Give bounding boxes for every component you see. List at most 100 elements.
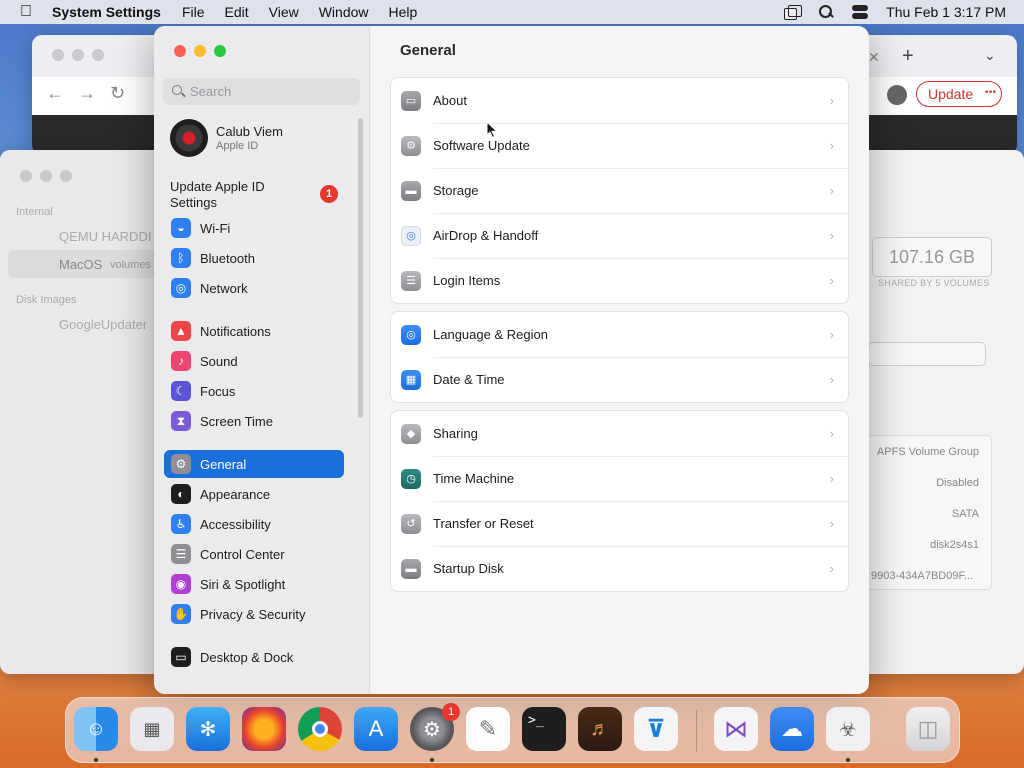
dock-safari-icon[interactable]: ✻: [186, 707, 230, 751]
sharing-icon: ◆: [401, 423, 421, 444]
window-close-button[interactable]: [174, 45, 186, 57]
sidebar-item-privacy-security[interactable]: ✋ Privacy & Security: [164, 600, 344, 628]
browser-minimize-button[interactable]: [72, 49, 84, 61]
tab-close-icon[interactable]: ✕: [868, 49, 880, 66]
spotlight-search-icon[interactable]: [818, 5, 834, 19]
sidebar-item-label: General: [200, 456, 247, 472]
dock-app-store-icon[interactable]: A: [354, 707, 398, 751]
window-zoom-button[interactable]: [214, 45, 226, 57]
tab-list-chevron-icon[interactable]: ⌄: [984, 47, 996, 64]
sidebar-item-general[interactable]: ⚙ General: [164, 450, 344, 478]
disk-item-google[interactable]: GoogleUpdater: [59, 317, 147, 332]
chevron-right-icon: ›: [829, 327, 834, 342]
row-sharing[interactable]: ◆ Sharing ›: [391, 411, 848, 456]
reload-icon[interactable]: ↻: [110, 83, 125, 104]
profile-name: Calub Viem: [216, 124, 283, 139]
dock-weather-icon[interactable]: ☁: [770, 707, 814, 751]
login-items-list-icon: ☰: [401, 270, 421, 291]
control-center-icon[interactable]: [852, 5, 869, 19]
sidebar-item-desktop-dock[interactable]: ▭ Desktop & Dock: [164, 643, 344, 671]
apple-menu-icon[interactable]: : [0, 3, 52, 21]
back-arrow-icon[interactable]: ←: [46, 83, 64, 104]
dock-launchpad-icon[interactable]: ▦: [130, 707, 174, 751]
more-menu-icon[interactable]: ⋮: [983, 85, 998, 97]
sound-speaker-icon: ♪: [171, 351, 191, 371]
disk-section-images: Disk Images: [16, 294, 77, 306]
settings-group-2: ◎ Language & Region › ▦ Date & Time ›: [390, 311, 849, 403]
sidebar-item-label: Focus: [200, 383, 236, 399]
appearance-icon: ◐: [171, 484, 191, 504]
system-settings-window: Calub Viem Apple ID Update Apple ID Sett…: [154, 26, 869, 694]
row-date-time[interactable]: ▦ Date & Time ›: [391, 357, 848, 402]
sidebar-item-sound[interactable]: ♪ Sound: [164, 347, 344, 375]
menu-help[interactable]: Help: [379, 4, 428, 20]
window-minimize-button[interactable]: [194, 45, 206, 57]
sidebar-item-screen-time[interactable]: ⧗ Screen Time: [164, 407, 344, 435]
row-software-update[interactable]: ⚙ Software Update ›: [391, 123, 848, 168]
menu-view[interactable]: View: [259, 4, 309, 20]
sidebar-item-accessibility[interactable]: ♿ Accessibility: [164, 510, 344, 538]
sidebar-item-wi-fi[interactable]: ◒ Wi-Fi: [164, 214, 344, 242]
search-field[interactable]: [163, 78, 360, 105]
row-login-items[interactable]: ☰ Login Items ›: [391, 258, 848, 303]
page-title: General: [400, 42, 456, 59]
menu-clock[interactable]: Thu Feb 1 3:17 PM: [886, 4, 1006, 20]
sidebar-item-control-center[interactable]: ☰ Control Center: [164, 540, 344, 568]
row-startup-disk[interactable]: ▬ Startup Disk ›: [391, 546, 848, 591]
bluetooth-icon: ᛒ: [171, 248, 191, 268]
chevron-right-icon: ›: [829, 138, 834, 153]
sidebar-item-notifications[interactable]: ▲ Notifications: [164, 317, 344, 345]
dock-visual-studio-icon[interactable]: ⋈: [714, 707, 758, 751]
row-time-machine[interactable]: ◷ Time Machine ›: [391, 456, 848, 501]
sidebar-item-siri-spotlight[interactable]: ◉ Siri & Spotlight: [164, 570, 344, 598]
apple-id-profile[interactable]: Calub Viem Apple ID: [170, 119, 360, 161]
dock-terminal-icon[interactable]: >_: [522, 707, 566, 751]
sidebar-item-label: Desktop & Dock: [200, 649, 294, 665]
browser-zoom-button[interactable]: [92, 49, 104, 61]
sidebar-item-label: Control Center: [200, 546, 285, 562]
row-transfer-or-reset[interactable]: ↺ Transfer or Reset ›: [391, 501, 848, 546]
dock-vscode-icon[interactable]: ⊽: [634, 707, 678, 751]
sidebar-item-label: Notifications: [200, 323, 271, 339]
chevron-right-icon: ›: [829, 426, 834, 441]
chevron-right-icon: ›: [829, 273, 834, 288]
dock: ☺ ▦ ✻ A ⚙ 1 ✎ >_ ♬ ⊽ ⋈ ☁ ☣ ◫: [65, 697, 960, 763]
sidebar-item-bluetooth[interactable]: ᛒ Bluetooth: [164, 244, 344, 272]
dock-textedit-icon[interactable]: ✎: [466, 707, 510, 751]
menu-file[interactable]: File: [172, 4, 215, 20]
row-airdrop-handoff[interactable]: ◎ AirDrop & Handoff ›: [391, 213, 848, 258]
disk-minimize-button[interactable]: [40, 170, 52, 182]
disk-item-qemu[interactable]: QEMU HARDDI: [59, 229, 151, 244]
row-storage[interactable]: ▬ Storage ›: [391, 168, 848, 213]
profile-avatar-icon[interactable]: [887, 85, 907, 105]
menu-window[interactable]: Window: [309, 4, 379, 20]
search-input[interactable]: [190, 84, 350, 99]
browser-update-button[interactable]: Update ⋮: [916, 81, 1002, 107]
dock-trash-icon[interactable]: ◫: [906, 707, 950, 751]
disk-close-button[interactable]: [20, 170, 32, 182]
network-globe-icon: ◎: [171, 278, 191, 298]
new-tab-icon[interactable]: +: [902, 45, 914, 68]
row-language-region[interactable]: ◎ Language & Region ›: [391, 312, 848, 357]
dock-finder-icon[interactable]: ☺: [74, 707, 118, 751]
dock-firefox-icon[interactable]: [242, 707, 286, 751]
dock-chrome-icon[interactable]: [298, 707, 342, 751]
forward-arrow-icon[interactable]: →: [78, 83, 96, 104]
screen-mirroring-icon[interactable]: [784, 5, 803, 20]
sidebar-item-network[interactable]: ◎ Network: [164, 274, 344, 302]
dock-disk-utility-icon[interactable]: ☣: [826, 707, 870, 751]
dock-garageband-icon[interactable]: ♬: [578, 707, 622, 751]
sidebar-scrollbar[interactable]: [358, 118, 363, 418]
browser-close-button[interactable]: [52, 49, 64, 61]
airdrop-icon: ◎: [401, 225, 421, 246]
update-apple-id-settings[interactable]: Update Apple ID Settings 1: [170, 179, 355, 213]
sidebar-item-focus[interactable]: ☾ Focus: [164, 377, 344, 405]
privacy-hand-icon: ✋: [171, 604, 191, 624]
chevron-right-icon: ›: [829, 516, 834, 531]
disk-zoom-button[interactable]: [60, 170, 72, 182]
menu-app-name[interactable]: System Settings: [52, 4, 172, 20]
disk-item-macos[interactable]: MacOS: [59, 257, 102, 272]
row-about[interactable]: ▭ About ›: [391, 78, 848, 123]
menu-edit[interactable]: Edit: [215, 4, 259, 20]
sidebar-item-appearance[interactable]: ◐ Appearance: [164, 480, 344, 508]
